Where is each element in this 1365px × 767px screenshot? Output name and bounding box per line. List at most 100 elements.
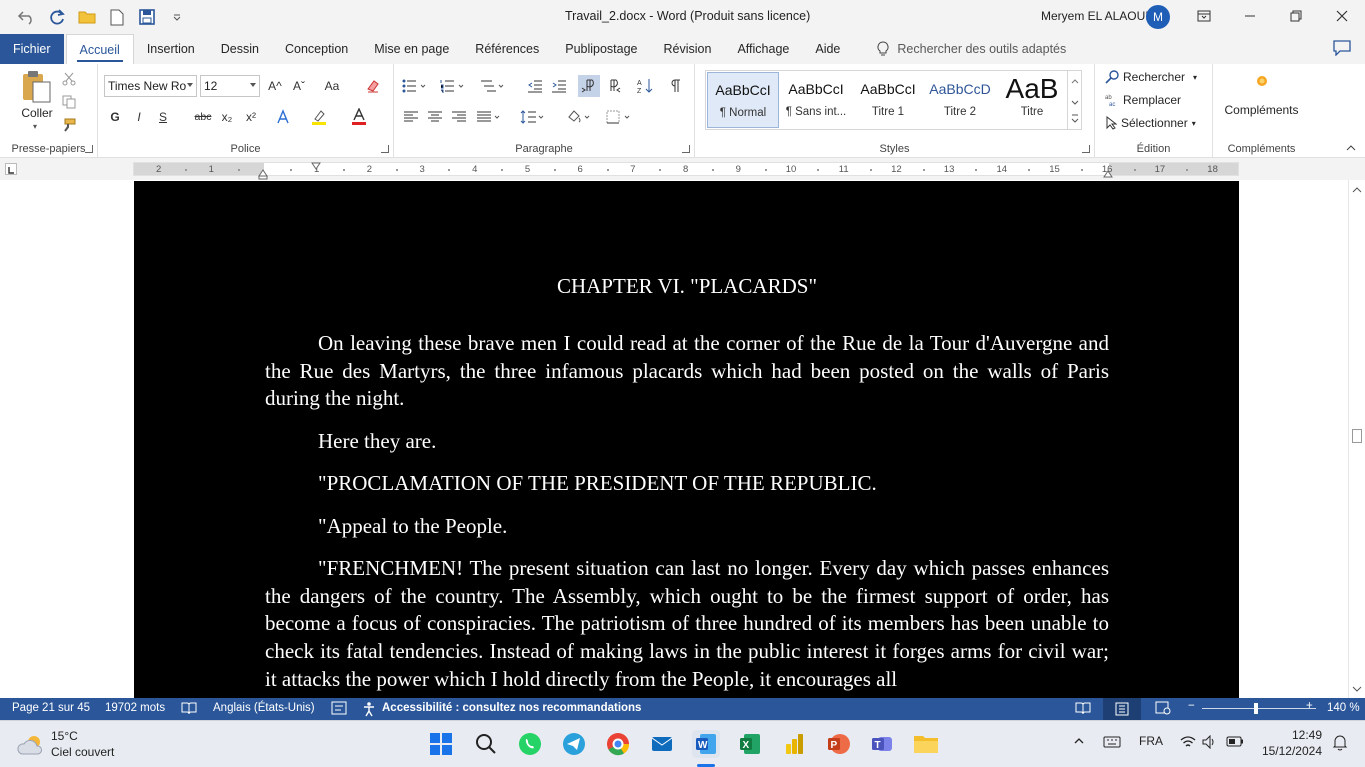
- rtl-button[interactable]: [602, 75, 624, 97]
- read-mode-button[interactable]: [1075, 701, 1091, 718]
- proofing-icon[interactable]: [181, 701, 197, 718]
- copy-button[interactable]: [58, 91, 80, 113]
- search-button[interactable]: [472, 730, 500, 758]
- numbering-button[interactable]: [438, 75, 468, 97]
- input-language[interactable]: FRA: [1139, 734, 1163, 748]
- font-launcher[interactable]: [381, 145, 389, 153]
- document-page[interactable]: CHAPTER VI. "PLACARDS" On leaving these …: [134, 181, 1239, 698]
- style-title[interactable]: AaB Titre: [996, 72, 1068, 128]
- scroll-thumb[interactable]: [1352, 429, 1362, 443]
- weather-widget[interactable]: [16, 733, 46, 760]
- volume-icon[interactable]: [1202, 734, 1218, 752]
- ribbon-display-button[interactable]: [1181, 0, 1227, 32]
- customize-qat-button[interactable]: [164, 5, 190, 29]
- avatar[interactable]: M: [1146, 5, 1170, 29]
- increase-indent-button[interactable]: [548, 75, 570, 97]
- tab-mise-en-page[interactable]: Mise en page: [361, 34, 462, 64]
- show-hidden-icons[interactable]: [1073, 735, 1085, 749]
- borders-button[interactable]: [604, 106, 634, 128]
- tab-references[interactable]: Références: [462, 34, 552, 64]
- tab-revision[interactable]: Révision: [651, 34, 725, 64]
- font-name-combo[interactable]: Times New Ro: [104, 75, 197, 97]
- select-button[interactable]: Sélectionner ▾: [1105, 116, 1196, 130]
- grow-font-button[interactable]: A^: [264, 75, 286, 97]
- zoom-in-button[interactable]: +: [1306, 700, 1313, 712]
- tab-insertion[interactable]: Insertion: [134, 34, 208, 64]
- zoom-slider-thumb[interactable]: [1254, 703, 1258, 714]
- undo-button[interactable]: [14, 5, 40, 29]
- horizontal-ruler[interactable]: 2 1 1 2 3 4 5 6 7 8 9 10 11 12 13 14 15 16 17 18: [133, 162, 1239, 176]
- zoom-out-button[interactable]: −: [1188, 700, 1195, 712]
- new-document-button[interactable]: [104, 5, 130, 29]
- cut-button[interactable]: [58, 68, 80, 90]
- style-no-spacing[interactable]: AaBbCcI ¶ Sans int...: [780, 72, 852, 128]
- style-normal[interactable]: AaBbCcI ¶ Normal: [707, 72, 779, 128]
- clock-date[interactable]: 15/12/2024: [1252, 744, 1322, 758]
- start-button[interactable]: [427, 730, 455, 758]
- file-explorer-app[interactable]: [912, 730, 940, 758]
- show-marks-button[interactable]: [664, 75, 686, 97]
- print-layout-button[interactable]: [1103, 698, 1141, 720]
- comments-button[interactable]: [1333, 40, 1351, 59]
- save-button[interactable]: [134, 5, 160, 29]
- decrease-indent-button[interactable]: [524, 75, 546, 97]
- wifi-icon[interactable]: [1180, 735, 1196, 752]
- vertical-scrollbar[interactable]: [1348, 180, 1365, 698]
- tab-publipostage[interactable]: Publipostage: [552, 34, 650, 64]
- tab-aide[interactable]: Aide: [802, 34, 853, 64]
- subscript-button[interactable]: x₂: [216, 106, 238, 128]
- tab-affichage[interactable]: Affichage: [724, 34, 802, 64]
- text-effects-button[interactable]: [272, 106, 294, 128]
- clock-time[interactable]: 12:49: [1262, 728, 1322, 742]
- web-layout-button[interactable]: [1155, 701, 1171, 718]
- font-color-button[interactable]: [348, 106, 370, 128]
- replace-button[interactable]: ab ac Remplacer: [1105, 93, 1181, 107]
- excel-app[interactable]: X: [736, 730, 764, 758]
- format-painter-button[interactable]: [58, 114, 80, 136]
- change-case-button[interactable]: Aa: [318, 75, 346, 97]
- zoom-slider[interactable]: [1202, 708, 1316, 709]
- justify-button[interactable]: [474, 106, 504, 128]
- style-heading-2[interactable]: AaBbCcD Titre 2: [924, 72, 996, 128]
- whatsapp-app[interactable]: [516, 730, 544, 758]
- first-line-indent-marker[interactable]: [311, 159, 321, 173]
- clipboard-launcher[interactable]: [85, 145, 93, 153]
- predictions-icon[interactable]: [331, 701, 347, 718]
- styles-launcher[interactable]: [1082, 145, 1090, 153]
- shading-button[interactable]: [564, 106, 594, 128]
- align-right-button[interactable]: [448, 106, 470, 128]
- user-name[interactable]: Meryem EL ALAOUI: [1041, 9, 1149, 23]
- shrink-font-button[interactable]: Aˇ: [288, 75, 310, 97]
- tab-fichier[interactable]: Fichier: [0, 34, 64, 64]
- chrome-app[interactable]: [604, 730, 632, 758]
- style-heading-1[interactable]: AaBbCcI Titre 1: [852, 72, 924, 128]
- tab-conception[interactable]: Conception: [272, 34, 361, 64]
- underline-button[interactable]: S: [152, 106, 174, 128]
- tab-dessin[interactable]: Dessin: [208, 34, 272, 64]
- keyboard-icon[interactable]: [1103, 736, 1121, 751]
- paste-button[interactable]: Coller ▾: [14, 70, 60, 132]
- line-spacing-button[interactable]: [518, 106, 548, 128]
- tab-selector[interactable]: [5, 163, 17, 175]
- redo-button[interactable]: [44, 5, 70, 29]
- power-bi-app[interactable]: [780, 730, 808, 758]
- search-tools[interactable]: Rechercher des outils adaptés: [877, 34, 1066, 64]
- align-center-button[interactable]: [424, 106, 446, 128]
- right-indent-marker[interactable]: [1103, 167, 1113, 181]
- clear-formatting-button[interactable]: [362, 75, 384, 97]
- find-button[interactable]: Rechercher ▾: [1105, 70, 1197, 84]
- superscript-button[interactable]: x²: [240, 106, 262, 128]
- paragraph-launcher[interactable]: [682, 145, 690, 153]
- powerpoint-app[interactable]: P: [824, 730, 852, 758]
- minimize-button[interactable]: [1227, 0, 1273, 32]
- styles-scroll[interactable]: [1067, 71, 1081, 129]
- addins-button[interactable]: Compléments: [1213, 74, 1310, 117]
- battery-icon[interactable]: [1226, 736, 1244, 750]
- font-size-combo[interactable]: 12: [200, 75, 260, 97]
- word-count[interactable]: 19702 mots: [105, 702, 165, 714]
- close-button[interactable]: [1319, 0, 1365, 32]
- highlight-button[interactable]: [308, 106, 330, 128]
- page-count[interactable]: Page 21 sur 45: [12, 702, 90, 714]
- bold-button[interactable]: G: [104, 106, 126, 128]
- restore-button[interactable]: [1273, 0, 1319, 32]
